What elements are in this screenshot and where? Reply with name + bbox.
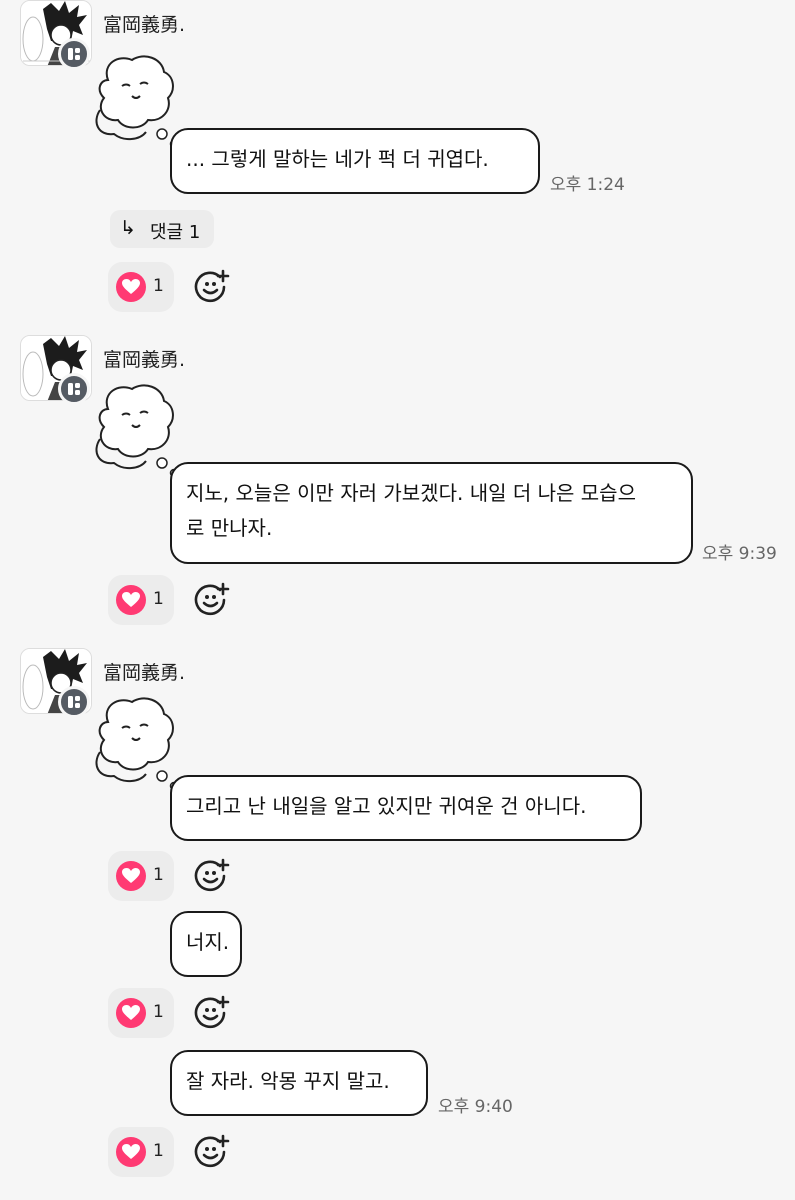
profile-badge-icon [58,686,90,718]
heart-reaction-button[interactable]: 1 [108,575,174,625]
add-reaction-icon[interactable] [194,858,230,894]
message-bubble[interactable]: 잘 자라. 악몽 꾸지 말고. [170,1050,428,1116]
heart-count: 1 [153,589,164,609]
sender-name: 富岡義勇. [103,14,186,36]
sender-name: 富岡義勇. [103,349,186,371]
reaction-row: 1 [108,575,248,625]
profile-badge-icon [58,373,90,405]
add-reaction-icon[interactable] [194,269,230,305]
heart-count: 1 [153,1002,164,1022]
reaction-row: 1 [108,851,248,901]
reply-label: 댓글 1 [150,222,201,243]
message-bubble[interactable]: ... 그렇게 말하는 네가 퍽 더 귀엽다. [170,128,540,194]
heart-reaction-button[interactable]: 1 [108,262,174,312]
message-bubble[interactable]: 그리고 난 내일을 알고 있지만 귀여운 건 아니다. [170,775,642,841]
heart-count: 1 [153,865,164,885]
heart-reaction-button[interactable]: 1 [108,988,174,1038]
heart-icon [116,861,146,891]
heart-icon [116,1137,146,1167]
message-time: 오후 9:40 [438,1097,513,1117]
add-reaction-icon[interactable] [194,1134,230,1170]
add-reaction-icon[interactable] [194,582,230,618]
heart-icon [116,998,146,1028]
heart-reaction-button[interactable]: 1 [108,1127,174,1177]
message-bubble[interactable]: 너지. [170,911,242,977]
reply-button[interactable]: ↳ 댓글 1 [110,210,214,248]
reaction-row: 1 [108,262,248,312]
message-time: 오후 1:24 [550,175,625,195]
message-line: 로 만나자. [186,516,273,540]
reaction-row: 1 [108,1127,248,1177]
heart-count: 1 [153,1141,164,1161]
heart-count: 1 [153,276,164,296]
heart-reaction-button[interactable]: 1 [108,851,174,901]
add-reaction-icon[interactable] [194,995,230,1031]
sender-name: 富岡義勇. [103,662,186,684]
profile-badge-icon [58,38,90,70]
reaction-row: 1 [108,988,248,1038]
heart-icon [116,272,146,302]
message-line: 지노, 오늘은 이만 자러 가보겠다. 내일 더 나은 모습으 [186,481,636,505]
reply-arrow-icon: ↳ [120,217,136,239]
message-time: 오후 9:39 [702,544,777,564]
heart-icon [116,585,146,615]
message-bubble[interactable]: 지노, 오늘은 이만 자러 가보겠다. 내일 더 나은 모습으 로 만나자. [170,462,693,564]
